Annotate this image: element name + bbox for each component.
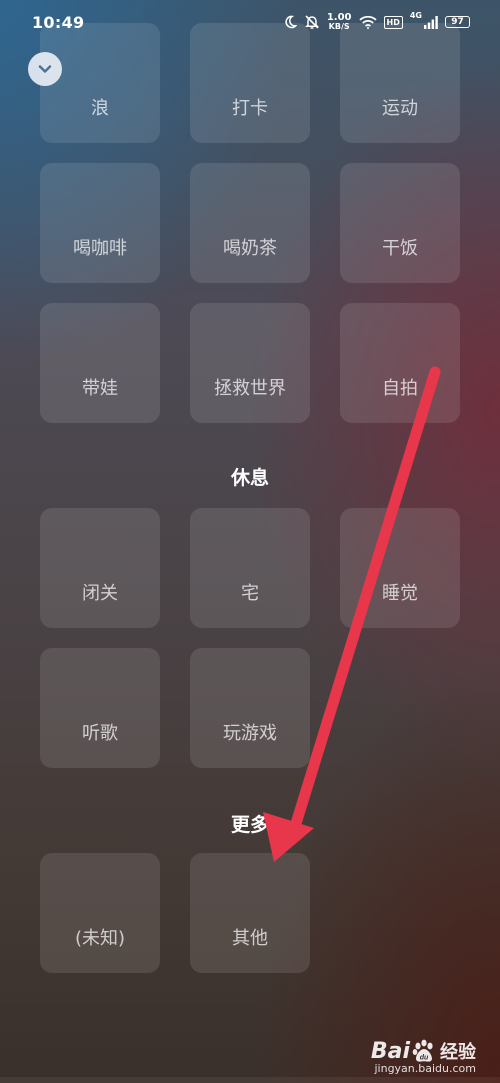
status-tile-label: 喝咖啡: [73, 238, 127, 259]
status-tile-label: 喝奶茶: [223, 238, 277, 259]
watermark-url: jingyan.baidu.com: [374, 1062, 476, 1075]
status-tile-label: 打卡: [232, 98, 268, 119]
status-tile-label: (未知): [74, 928, 126, 949]
paw-icon: du: [412, 1039, 433, 1062]
status-tile-label: 听歌: [82, 723, 118, 744]
status-tile-label: 干饭: [382, 238, 418, 259]
status-tile-label: 其他: [232, 928, 268, 949]
status-tile[interactable]: 玩游戏: [190, 648, 310, 768]
baidu-watermark: Bai du 经验 jingyan.baidu.com: [371, 1038, 476, 1076]
status-tile[interactable]: 拯救世界: [190, 303, 310, 423]
status-tile-label: 睡觉: [382, 583, 418, 604]
baidu-logo: Bai du 经验: [371, 1038, 476, 1064]
status-tile-label: 浪: [91, 98, 109, 119]
status-tile-label: 自拍: [382, 378, 418, 399]
status-tile[interactable]: 宅: [190, 508, 310, 628]
status-tile-label: 玩游戏: [223, 723, 277, 744]
svg-text:du: du: [420, 1055, 429, 1062]
status-tile[interactable]: 带娃: [40, 303, 160, 423]
status-tile[interactable]: 闭关: [40, 508, 160, 628]
status-tile-label: 闭关: [82, 583, 118, 604]
status-tile[interactable]: (未知): [40, 853, 160, 973]
watermark-brand-right: 经验: [440, 1042, 476, 1063]
status-tile-label: 带娃: [82, 378, 118, 399]
status-tile[interactable]: 浪: [40, 23, 160, 143]
status-tile[interactable]: 喝咖啡: [40, 163, 160, 283]
status-tile[interactable]: 其他: [190, 853, 310, 973]
section-title-more: 更多: [230, 814, 269, 836]
signal-label: 4G: [409, 11, 422, 20]
status-tile[interactable]: 听歌: [40, 648, 160, 768]
section-title-rest: 休息: [230, 467, 269, 489]
status-tile[interactable]: 喝奶茶: [190, 163, 310, 283]
status-tile-label: 拯救世界: [214, 378, 286, 399]
status-tile[interactable]: 运动: [340, 23, 460, 143]
status-tile[interactable]: 打卡: [190, 23, 310, 143]
status-tile-label: 运动: [382, 98, 418, 119]
status-tile-label: 宅: [241, 583, 259, 604]
watermark-brand-left: Bai: [370, 1038, 410, 1064]
status-tile[interactable]: 自拍: [340, 303, 460, 423]
bottom-edge: [0, 1077, 500, 1083]
status-tile[interactable]: 干饭: [340, 163, 460, 283]
status-tile[interactable]: 睡觉: [340, 508, 460, 628]
